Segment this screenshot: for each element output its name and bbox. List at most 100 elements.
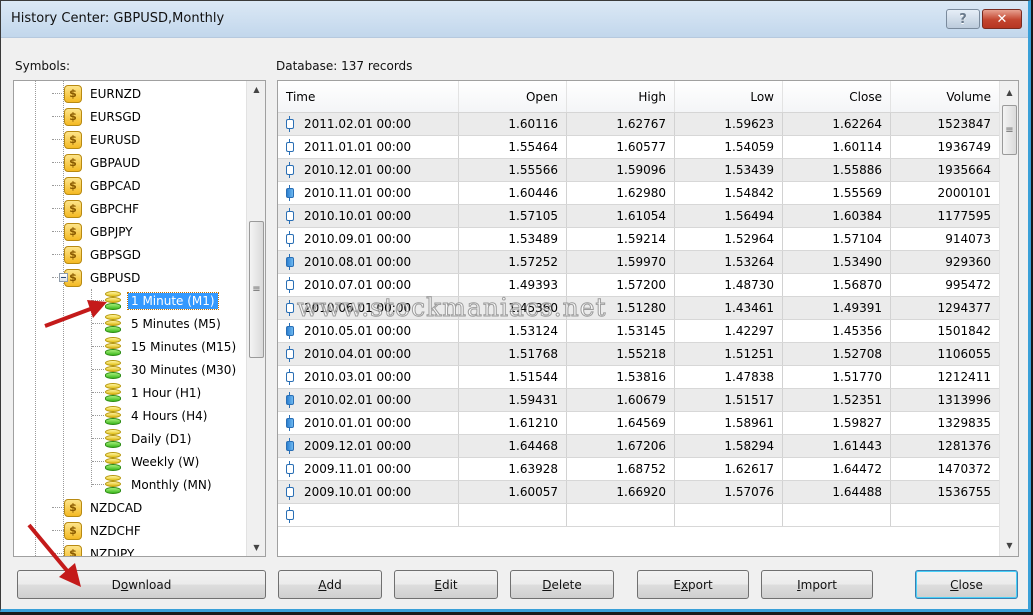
tree-connector <box>52 208 64 209</box>
tree-symbol-gbpusd[interactable]: $ GBPUSD <box>64 266 140 289</box>
column-header-time[interactable]: Time <box>278 81 459 112</box>
add-button[interactable]: Add <box>278 570 382 599</box>
tree-timeframe-item[interactable]: 1 Minute (M1) <box>104 289 219 312</box>
table-cell-time: 2010.04.01 00:00 <box>278 343 459 365</box>
table-cell-time: 2010.10.01 00:00 <box>278 205 459 227</box>
scroll-up-arrow-icon[interactable]: ▲ <box>1000 84 1018 101</box>
table-cell-close: 1.55886 <box>783 159 891 181</box>
table-cell-close: 1.52351 <box>783 389 891 411</box>
dollar-icon: $ <box>64 222 82 241</box>
table-row[interactable]: 2011.02.01 00:00 1.60116 1.62767 1.59623 1.6… <box>278 113 1000 136</box>
tree-symbol-gbpjpy[interactable]: $ GBPJPY <box>64 220 133 243</box>
table-cell-time: 2010.06.01 00:00 <box>278 297 459 319</box>
table-row[interactable]: 2010.01.01 00:00 1.61210 1.64569 1.58961 1.5… <box>278 412 1000 435</box>
column-header-volume[interactable]: Volume <box>891 81 1000 112</box>
table-cell-low: 1.52964 <box>675 228 783 250</box>
table-cell-close: 1.45356 <box>783 320 891 342</box>
table-row[interactable]: 2011.01.01 00:00 1.55464 1.60577 1.54059 1.6… <box>278 136 1000 159</box>
history-data-table[interactable]: Time Open High Low Close Volume 2011.02.… <box>277 80 1019 557</box>
tree-timeframe-item[interactable]: Daily (D1) <box>104 427 194 450</box>
tree-symbol-eurusd[interactable]: $ EURUSD <box>64 128 140 151</box>
timeframe-label: Monthly (MN) <box>131 477 212 492</box>
tree-scrollbar[interactable]: ▲ ≡ ▼ <box>246 81 265 556</box>
import-button[interactable]: Import <box>761 570 873 599</box>
help-button[interactable]: ? <box>946 9 980 29</box>
tree-symbol-eurnzd[interactable]: $ EURNZD <box>64 82 141 105</box>
tree-symbol-eursgd[interactable]: $ EURSGD <box>64 105 141 128</box>
database-icon <box>104 428 122 449</box>
table-cell-low: 1.51517 <box>675 389 783 411</box>
table-cell-time: 2010.05.01 00:00 <box>278 320 459 342</box>
tree-timeframe-item[interactable]: 1 Hour (H1) <box>104 381 204 404</box>
table-cell-high: 1.51280 <box>567 297 675 319</box>
title-bar[interactable]: History Center: GBPUSD,Monthly ? ✕ <box>1 1 1028 38</box>
table-row[interactable]: 2010.04.01 00:00 1.51768 1.55218 1.51251 1.5… <box>278 343 1000 366</box>
table-row[interactable]: 2010.02.01 00:00 1.59431 1.60679 1.51517 1.5… <box>278 389 1000 412</box>
edit-button[interactable]: Edit <box>394 570 498 599</box>
scroll-down-arrow-icon[interactable]: ▼ <box>247 539 265 556</box>
symbol-label: GBPJPY <box>90 224 133 239</box>
dollar-icon: $ <box>64 153 82 172</box>
tree-timeframe-item[interactable]: 4 Hours (H4) <box>104 404 210 427</box>
tree-symbol-gbpaud[interactable]: $ GBPAUD <box>64 151 140 174</box>
table-cell-volume: 1106055 <box>891 343 1000 365</box>
table-cell-time: 2009.11.01 00:00 <box>278 458 459 480</box>
button-label: port <box>688 577 713 592</box>
tree-timeframe-item[interactable]: 15 Minutes (M15) <box>104 335 239 358</box>
tree-timeframe-item[interactable]: 5 Minutes (M5) <box>104 312 224 335</box>
table-row[interactable]: 2010.10.01 00:00 1.57105 1.61054 1.56494 1.6… <box>278 205 1000 228</box>
table-cell-time: 2010.08.01 00:00 <box>278 251 459 273</box>
history-center-window: History Center: GBPUSD,Monthly ? ✕ Symbo… <box>0 0 1031 612</box>
table-cell-time: 2010.01.01 00:00 <box>278 412 459 434</box>
table-row[interactable]: 2010.05.01 00:00 1.53124 1.53145 1.42297 1.4… <box>278 320 1000 343</box>
column-header-high[interactable]: High <box>567 81 675 112</box>
button-label: mport <box>800 577 837 592</box>
tree-symbol-nzdchf[interactable]: $ NZDCHF <box>64 519 141 542</box>
table-row[interactable]: 2009.11.01 00:00 1.63928 1.68752 1.62617 1.6… <box>278 458 1000 481</box>
table-row[interactable]: 2010.12.01 00:00 1.55566 1.59096 1.53439 1.5… <box>278 159 1000 182</box>
symbols-tree[interactable]: ▲ ≡ ▼ $ EURNZD $ EURSGD $ EURUSD $ GBPAUD $ GBPCA… <box>13 80 266 557</box>
tree-timeframe-item[interactable]: Weekly (W) <box>104 450 202 473</box>
close-button[interactable]: Close <box>915 570 1018 599</box>
database-icon <box>104 405 122 426</box>
table-row[interactable]: 2010.06.01 00:00 1.45360 1.51280 1.43461 1.4… <box>278 297 1000 320</box>
table-cell-volume: 1212411 <box>891 366 1000 388</box>
table-row[interactable] <box>278 504 1000 527</box>
scroll-up-arrow-icon[interactable]: ▲ <box>247 81 265 98</box>
table-scrollbar-thumb[interactable]: ≡ <box>1002 105 1017 155</box>
collapse-toggle-icon[interactable] <box>59 273 68 282</box>
tree-guide-line <box>35 81 36 556</box>
tree-connector <box>52 530 64 531</box>
table-cell-close: 1.64488 <box>783 481 891 503</box>
tree-symbol-gbpchf[interactable]: $ GBPCHF <box>64 197 139 220</box>
timeframe-label: 4 Hours (H4) <box>131 408 208 423</box>
table-row[interactable]: 2010.09.01 00:00 1.53489 1.59214 1.52964 1.5… <box>278 228 1000 251</box>
table-row[interactable]: 2010.11.01 00:00 1.60446 1.62980 1.54842 1.5… <box>278 182 1000 205</box>
scroll-down-arrow-icon[interactable]: ▼ <box>1000 537 1018 554</box>
table-cell-open: 1.60057 <box>459 481 567 503</box>
candle-icon <box>286 507 294 523</box>
tree-timeframe-item[interactable]: 30 Minutes (M30) <box>104 358 239 381</box>
tree-symbol-nzdjpy[interactable]: $ NZDJPY <box>64 542 134 556</box>
table-row[interactable]: 2010.08.01 00:00 1.57252 1.59970 1.53264 1.5… <box>278 251 1000 274</box>
tree-connector <box>92 346 104 347</box>
window-close-button[interactable]: ✕ <box>982 9 1022 29</box>
delete-button[interactable]: Delete <box>510 570 614 599</box>
column-header-close[interactable]: Close <box>783 81 891 112</box>
table-cell-high: 1.59970 <box>567 251 675 273</box>
table-scrollbar[interactable]: ▲ ≡ ▼ <box>999 81 1018 556</box>
table-row[interactable]: 2009.10.01 00:00 1.60057 1.66920 1.57076 1.6… <box>278 481 1000 504</box>
download-button[interactable]: Do wnload <box>17 570 266 599</box>
table-row[interactable]: 2010.03.01 00:00 1.51544 1.53816 1.47838 1.5… <box>278 366 1000 389</box>
tree-timeframe-item[interactable]: Monthly (MN) <box>104 473 215 496</box>
tree-symbol-nzdcad[interactable]: $ NZDCAD <box>64 496 142 519</box>
tree-symbol-gbpcad[interactable]: $ GBPCAD <box>64 174 141 197</box>
tree-symbol-gbpsgd[interactable]: $ GBPSGD <box>64 243 141 266</box>
bullish-candle-icon <box>286 116 294 132</box>
table-row[interactable]: 2009.12.01 00:00 1.64468 1.67206 1.58294 1.6… <box>278 435 1000 458</box>
column-header-low[interactable]: Low <box>675 81 783 112</box>
table-row[interactable]: 2010.07.01 00:00 1.49393 1.57200 1.48730 1.5… <box>278 274 1000 297</box>
column-header-open[interactable]: Open <box>459 81 567 112</box>
export-button[interactable]: Ex port <box>637 570 749 599</box>
tree-scrollbar-thumb[interactable]: ≡ <box>249 221 264 358</box>
